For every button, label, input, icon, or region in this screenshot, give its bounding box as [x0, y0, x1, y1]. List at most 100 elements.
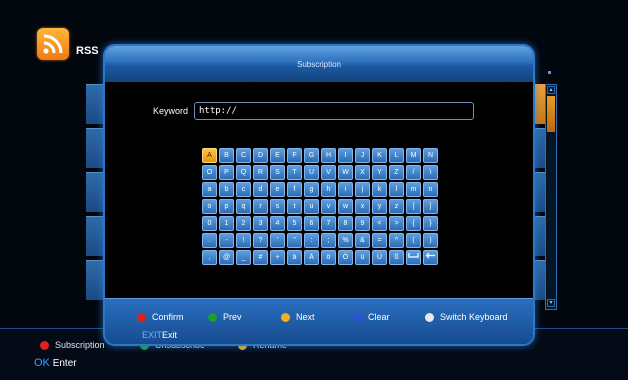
keyboard-key[interactable]: ": [287, 233, 302, 248]
keyboard-key[interactable]: 9: [355, 216, 370, 231]
subscription-hint[interactable]: Subscription: [40, 340, 105, 350]
keyboard-key[interactable]: ö: [321, 250, 336, 265]
keyboard-key[interactable]: u: [304, 199, 319, 214]
keyboard-key[interactable]: 8: [338, 216, 353, 231]
keyboard-key[interactable]: J: [355, 148, 370, 163]
keyboard-key[interactable]: }: [423, 216, 438, 231]
keyboard-key[interactable]: Y: [372, 165, 387, 180]
keyboard-key[interactable]: K: [372, 148, 387, 163]
keyboard-key[interactable]: C: [236, 148, 251, 163]
scroll-up-icon[interactable]: ▴: [547, 86, 555, 94]
keyboard-key[interactable]: /: [406, 165, 421, 180]
keyboard-key[interactable]: [: [406, 199, 421, 214]
keyboard-key[interactable]: 3: [253, 216, 268, 231]
keyboard-key[interactable]: 4: [270, 216, 285, 231]
keyboard-key[interactable]: P: [219, 165, 234, 180]
keyboard-key[interactable]: F: [287, 148, 302, 163]
keyboard-key[interactable]: H: [321, 148, 336, 163]
switch-keyboard-hint[interactable]: Switch Keyboard: [425, 312, 508, 322]
keyboard-key[interactable]: L: [389, 148, 404, 163]
keyboard-key[interactable]: x: [355, 199, 370, 214]
keyboard-key[interactable]: W: [338, 165, 353, 180]
keyboard-key[interactable]: y: [372, 199, 387, 214]
space-key-icon[interactable]: [406, 250, 421, 265]
keyboard-key[interactable]: g: [304, 182, 319, 197]
ok-enter-hint[interactable]: OK Enter: [34, 357, 77, 369]
keyboard-key[interactable]: l: [389, 182, 404, 197]
keyboard-key[interactable]: d: [253, 182, 268, 197]
keyboard-key[interactable]: ): [423, 233, 438, 248]
keyboard-key[interactable]: O: [202, 165, 217, 180]
keyboard-key[interactable]: 1: [219, 216, 234, 231]
keyboard-key[interactable]: Z: [389, 165, 404, 180]
keyboard-key[interactable]: Ü: [372, 250, 387, 265]
prev-hint[interactable]: Prev: [208, 312, 242, 322]
keyboard-key[interactable]: ß: [389, 250, 404, 265]
keyboard-key[interactable]: o: [202, 199, 217, 214]
keyboard-key[interactable]: A: [202, 148, 217, 163]
keyboard-key[interactable]: V: [321, 165, 336, 180]
keyboard-key[interactable]: :: [304, 233, 319, 248]
scroll-down-icon[interactable]: ▾: [547, 299, 555, 307]
keyboard-key[interactable]: Ö: [338, 250, 353, 265]
keyboard-key[interactable]: 7: [321, 216, 336, 231]
keyboard-key[interactable]: w: [338, 199, 353, 214]
keyboard-key[interactable]: j: [355, 182, 370, 197]
keyboard-key[interactable]: p: [219, 199, 234, 214]
keyboard-key[interactable]: G: [304, 148, 319, 163]
keyboard-key[interactable]: \: [423, 165, 438, 180]
keyboard-key[interactable]: @: [219, 250, 234, 265]
keyboard-key[interactable]: >: [389, 216, 404, 231]
confirm-hint[interactable]: Confirm: [137, 312, 184, 322]
keyboard-key[interactable]: S: [270, 165, 285, 180]
scroll-thumb[interactable]: [547, 96, 555, 132]
keyboard-key[interactable]: q: [236, 199, 251, 214]
keyboard-key[interactable]: f: [287, 182, 302, 197]
keyboard-key[interactable]: a: [202, 182, 217, 197]
keyboard-key[interactable]: m: [406, 182, 421, 197]
keyboard-key[interactable]: e: [270, 182, 285, 197]
keyboard-key[interactable]: T: [287, 165, 302, 180]
keyboard-key[interactable]: ä: [287, 250, 302, 265]
keyboard-key[interactable]: v: [321, 199, 336, 214]
keyword-input[interactable]: [194, 102, 474, 120]
keyboard-key[interactable]: -: [219, 233, 234, 248]
keyboard-key[interactable]: N: [423, 148, 438, 163]
keyboard-key[interactable]: h: [321, 182, 336, 197]
keyboard-key[interactable]: !: [236, 233, 251, 248]
keyboard-key[interactable]: D: [253, 148, 268, 163]
keyboard-key[interactable]: ü: [355, 250, 370, 265]
keyboard-key[interactable]: 0: [202, 216, 217, 231]
keyboard-key[interactable]: k: [372, 182, 387, 197]
keyboard-key[interactable]: .: [202, 233, 217, 248]
keyboard-key[interactable]: _: [236, 250, 251, 265]
keyboard-key[interactable]: 2: [236, 216, 251, 231]
keyboard-key[interactable]: M: [406, 148, 421, 163]
keyboard-key[interactable]: Q: [236, 165, 251, 180]
keyboard-key[interactable]: (: [406, 233, 421, 248]
keyboard-key[interactable]: b: [219, 182, 234, 197]
keyboard-key[interactable]: ;: [321, 233, 336, 248]
keyboard-key[interactable]: r: [253, 199, 268, 214]
keyboard-key[interactable]: B: [219, 148, 234, 163]
keyboard-key[interactable]: X: [355, 165, 370, 180]
keyboard-key[interactable]: n: [423, 182, 438, 197]
keyboard-key[interactable]: ]: [423, 199, 438, 214]
scrollbar[interactable]: ▴ ▾: [545, 84, 557, 310]
keyboard-key[interactable]: {: [406, 216, 421, 231]
keyboard-key[interactable]: U: [304, 165, 319, 180]
keyboard-key[interactable]: ^: [389, 233, 404, 248]
exit-hint[interactable]: EXITExit: [142, 330, 177, 340]
keyboard-key[interactable]: E: [270, 148, 285, 163]
keyboard-key[interactable]: %: [338, 233, 353, 248]
keyboard-key[interactable]: t: [287, 199, 302, 214]
keyboard-key[interactable]: ?: [253, 233, 268, 248]
keyboard-key[interactable]: s: [270, 199, 285, 214]
keyboard-key[interactable]: #: [253, 250, 268, 265]
next-hint[interactable]: Next: [281, 312, 315, 322]
clear-hint[interactable]: Clear: [353, 312, 390, 322]
keyboard-key[interactable]: I: [338, 148, 353, 163]
keyboard-key[interactable]: <: [372, 216, 387, 231]
keyboard-key[interactable]: Ä: [304, 250, 319, 265]
keyboard-key[interactable]: +: [270, 250, 285, 265]
